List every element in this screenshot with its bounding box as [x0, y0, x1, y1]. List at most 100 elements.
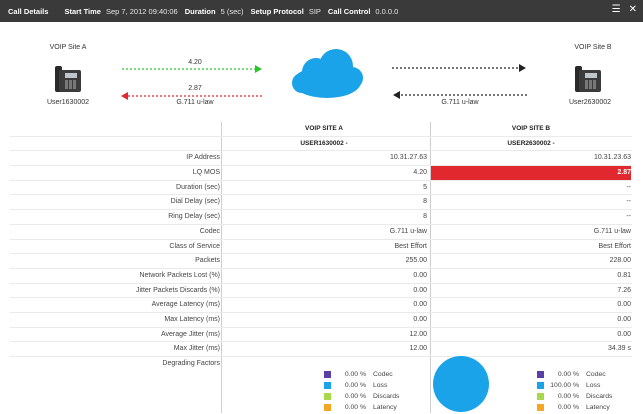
legend-swatch [537, 371, 544, 378]
site-a-value: 12.00 [409, 345, 427, 353]
site-a-value: 4.20 [413, 169, 427, 177]
metric-label: Dial Delay (sec) [170, 198, 220, 206]
legend-item: 0.00 % Latency [537, 403, 627, 414]
site-a-value: 0.00 [413, 315, 427, 323]
legend-name: Latency [373, 404, 397, 411]
table-row: IP Address 10.31.27.63 10.31.23.63 [10, 151, 632, 167]
site-b-value: -- [626, 198, 631, 206]
table-row: Jitter Packets Discards (%) 0.00 7.26 [10, 284, 632, 299]
legend-swatch [537, 382, 544, 389]
table-row: Average Jitter (ms) 12.00 0.00 [10, 328, 632, 343]
legend-percent: 0.00 % [557, 404, 579, 411]
table-row: Class of Service Best Effort Best Effort [10, 240, 632, 255]
site-b-value: 228.00 [609, 257, 631, 265]
site-a-value: 12.00 [409, 330, 427, 338]
metric-label: Duration (sec) [176, 183, 220, 191]
loss-pie-chart [433, 356, 489, 412]
legend-item: 100.00 % Loss [537, 381, 627, 392]
legend-swatch [537, 393, 544, 400]
site-b-value: 0.00 [617, 315, 631, 323]
legend-name: Loss [373, 382, 388, 389]
legend-swatch [324, 371, 331, 378]
site-a-value: 5 [423, 183, 427, 191]
legend-name: Codec [373, 371, 393, 378]
site-a-value: 0.00 [413, 301, 427, 309]
legend-swatch [324, 393, 331, 400]
right-bottom-arrowhead [393, 91, 400, 99]
table-user-row: USER1630002 - USER2630002 - [10, 137, 632, 152]
metric-label: Max Jitter (ms) [173, 345, 220, 353]
metric-label: Jitter Packets Discards (%) [135, 286, 220, 294]
table-row: Duration (sec) 5 -- [10, 181, 632, 196]
site-b-value: 10.31.23.63 [594, 154, 631, 162]
site-b-value: -- [626, 213, 631, 221]
metric-label: IP Address [186, 154, 220, 162]
codec-right-label: G.711 u-law [441, 99, 479, 106]
site-a-value: 255.00 [405, 257, 427, 265]
metric-label: Ring Delay (sec) [168, 213, 220, 221]
table-row: Packets 255.00 228.00 [10, 254, 632, 269]
metric-label: Average Jitter (ms) [161, 330, 220, 338]
legend-percent: 0.00 % [344, 393, 366, 400]
site-b-value: 0.00 [617, 330, 631, 338]
legend-name: Latency [586, 404, 610, 411]
codec-left-label: G.711 u-law [176, 99, 214, 106]
site-b-value: 0.00 [617, 301, 631, 309]
site-a-value: 0.00 [413, 286, 427, 294]
site-a-value: Best Effort [394, 242, 427, 250]
site-b-value: -- [626, 183, 631, 191]
legend-percent: 0.00 % [344, 382, 366, 389]
site-a-value: 8 [423, 198, 427, 206]
metric-label: Max Latency (ms) [164, 315, 220, 323]
metric-label: Class of Service [169, 242, 220, 250]
legend-site-a: 0.00 % Codec 0.00 % Loss 0.00 % Discards 0.00 … [324, 370, 414, 414]
degrading-factors-label: Degrading Factors [162, 360, 220, 367]
legend-percent: 100.00 % [550, 382, 579, 389]
legend-item: 0.00 % Discards [537, 392, 627, 403]
site-a-value: 0.00 [413, 271, 427, 279]
site-a-value: 8 [423, 213, 427, 221]
site-b-value: Best Effort [598, 242, 631, 250]
table-row: Network Packets Lost (%) 0.00 0.81 [10, 269, 632, 284]
legend-item: 0.00 % Loss [324, 381, 414, 392]
legend-percent: 0.00 % [557, 393, 579, 400]
cloud-icon [292, 49, 363, 98]
metric-label: Network Packets Lost (%) [139, 271, 220, 279]
site-b-value: G.711 u-law [593, 227, 631, 235]
table-row: Dial Delay (sec) 8 -- [10, 195, 632, 211]
legend-item: 0.00 % Codec [324, 370, 414, 381]
metric-label: Packets [195, 257, 220, 265]
legend-name: Discards [373, 393, 400, 400]
table-header-row: VOIP SITE A VOIP SITE B [10, 122, 632, 137]
site-b-value: 7.26 [617, 286, 631, 294]
call-flow-diagram [121, 49, 527, 100]
legend-swatch [324, 404, 331, 411]
legend-site-b: 0.00 % Codec 100.00 % Loss 0.00 % Discards 0.0… [537, 370, 627, 414]
site-a-value: G.711 u-law [389, 227, 427, 235]
legend-percent: 0.00 % [344, 371, 366, 378]
legend-item: 0.00 % Latency [324, 403, 414, 414]
metric-label: LQ MOS [192, 169, 220, 177]
legend-swatch [537, 404, 544, 411]
right-top-arrowhead [519, 64, 526, 72]
legend-item: 0.00 % Codec [537, 370, 627, 381]
legend-name: Codec [586, 371, 606, 378]
legend-name: Discards [586, 393, 613, 400]
col-a-user: USER1630002 - [300, 139, 348, 147]
legend-percent: 0.00 % [344, 404, 366, 411]
col-b-user: USER2630002 - [507, 139, 555, 147]
col-b-title: VOIP SITE B [511, 125, 551, 132]
table-row: Max Latency (ms) 0.00 0.00 [10, 313, 632, 328]
a-to-b-value: 4.20 [188, 59, 202, 66]
call-metrics-table: VOIP SITE A VOIP SITE B USER1630002 - US… [10, 122, 632, 372]
table-row: Max Jitter (ms) 12.00 34.39 s [10, 342, 632, 357]
table-row: Codec G.711 u-law G.711 u-law [10, 225, 632, 240]
site-b-value: 0.81 [617, 271, 631, 279]
legend-percent: 0.00 % [557, 371, 579, 378]
legend-item: 0.00 % Discards [324, 392, 414, 403]
metric-label: Codec [199, 227, 220, 235]
table-row: Average Latency (ms) 0.00 0.00 [10, 298, 632, 313]
site-a-value: 10.31.27.63 [390, 154, 427, 162]
legend-name: Loss [586, 382, 601, 389]
site-b-value: 34.39 s [608, 345, 631, 353]
